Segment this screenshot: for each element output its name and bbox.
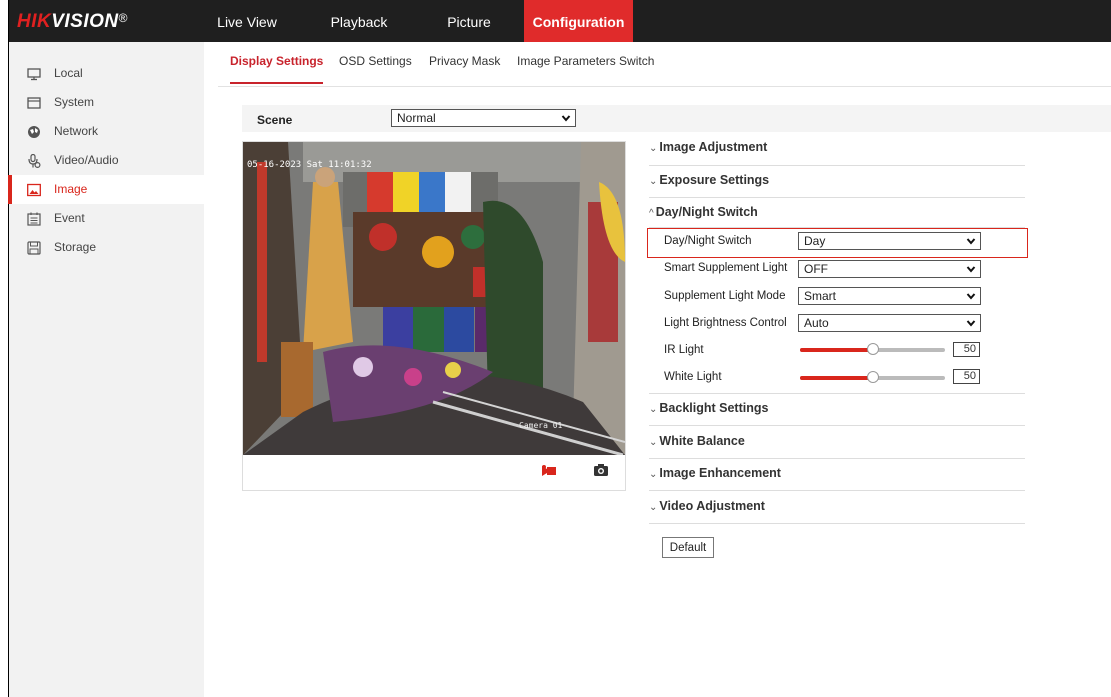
chevron-down-icon xyxy=(966,238,976,245)
section-exposure-settings[interactable]: ⌄ Exposure Settings xyxy=(649,173,769,187)
nav-picture[interactable]: Picture xyxy=(434,0,504,42)
chevron-down-icon: ⌄ xyxy=(649,469,658,480)
section-backlight-settings[interactable]: ⌄ Backlight Settings xyxy=(649,401,768,415)
section-white-balance[interactable]: ⌄ White Balance xyxy=(649,434,745,448)
chevron-down-icon: ⌄ xyxy=(649,437,658,448)
live-preview-panel: 05-16-2023 Sat 11:01:32 Camera 01 xyxy=(242,141,626,491)
tab-osd-settings[interactable]: OSD Settings xyxy=(339,54,412,84)
active-indicator xyxy=(8,175,12,204)
ir-light-value-input[interactable]: 50 xyxy=(953,342,980,357)
white-light-slider[interactable] xyxy=(800,371,945,383)
sidebar-item-label: Event xyxy=(54,211,85,225)
record-video-icon[interactable] xyxy=(541,464,557,478)
sidebar: Local System Network Video/Audio Image E… xyxy=(8,42,204,697)
monitor-icon xyxy=(27,68,41,81)
scene-label: Scene xyxy=(257,113,293,127)
tab-divider xyxy=(218,86,1111,87)
sidebar-item-local[interactable]: Local xyxy=(9,59,204,88)
video-camera-name-overlay: Camera 01 xyxy=(519,421,563,430)
image-icon xyxy=(27,183,41,197)
top-navigation-bar: HIKVISION® Live View Playback Picture Co… xyxy=(9,0,1111,42)
slider-handle[interactable] xyxy=(867,371,879,383)
smart-supplement-light-select[interactable]: OFF xyxy=(798,260,981,278)
microphone-video-icon xyxy=(28,154,41,168)
day-night-switch-label: Day/Night Switch xyxy=(664,235,752,247)
sidebar-item-label: Image xyxy=(54,182,88,196)
section-divider xyxy=(649,458,1025,459)
tab-image-parameters-switch[interactable]: Image Parameters Switch xyxy=(517,54,654,84)
video-timestamp-overlay: 05-16-2023 Sat 11:01:32 xyxy=(247,160,372,170)
sidebar-item-label: Storage xyxy=(54,240,97,254)
nav-live-view[interactable]: Live View xyxy=(212,0,282,42)
hikvision-logo: HIKVISION® xyxy=(17,11,128,32)
chevron-down-icon: ⌄ xyxy=(649,143,658,154)
section-video-adjustment[interactable]: ⌄ Video Adjustment xyxy=(649,499,765,513)
sidebar-item-network[interactable]: Network xyxy=(9,117,204,146)
sidebar-item-storage[interactable]: Storage xyxy=(9,233,204,262)
white-light-label: White Light xyxy=(664,371,722,383)
sidebar-item-label: Video/Audio xyxy=(54,153,119,167)
chevron-down-icon: ⌄ xyxy=(649,502,658,513)
smart-supplement-light-label: Smart Supplement Light xyxy=(664,262,788,274)
slider-fill xyxy=(800,348,872,352)
day-night-switch-value: Day xyxy=(804,234,826,248)
sidebar-item-label: Local xyxy=(54,66,83,80)
chevron-down-icon xyxy=(561,115,571,122)
chevron-up-icon: ^ xyxy=(649,208,654,219)
default-button[interactable]: Default xyxy=(662,537,714,558)
section-divider xyxy=(649,523,1025,524)
section-image-enhancement[interactable]: ⌄ Image Enhancement xyxy=(649,466,781,480)
sidebar-item-label: System xyxy=(54,95,95,109)
section-divider xyxy=(649,490,1025,491)
chevron-down-icon xyxy=(966,320,976,327)
save-disk-icon xyxy=(27,241,41,255)
section-day-night-switch[interactable]: ^ Day/Night Switch xyxy=(649,205,758,219)
ir-light-slider[interactable] xyxy=(800,343,945,355)
camera-scene-illustration xyxy=(243,142,625,455)
window-left-edge xyxy=(0,0,9,697)
chevron-down-icon: ⌄ xyxy=(649,404,658,415)
supplement-light-mode-label: Supplement Light Mode xyxy=(664,290,786,302)
light-brightness-control-select[interactable]: Auto xyxy=(798,314,981,332)
snapshot-camera-icon[interactable] xyxy=(593,463,609,477)
sidebar-item-system[interactable]: System xyxy=(9,88,204,117)
section-divider xyxy=(649,393,1025,394)
chevron-down-icon: ⌄ xyxy=(649,176,658,187)
light-brightness-control-value: Auto xyxy=(804,316,829,330)
section-image-adjustment[interactable]: ⌄ Image Adjustment xyxy=(649,140,767,154)
sidebar-item-video-audio[interactable]: Video/Audio xyxy=(9,146,204,175)
scene-select[interactable]: Normal xyxy=(391,109,576,127)
slider-handle[interactable] xyxy=(867,343,879,355)
supplement-light-mode-value: Smart xyxy=(804,289,837,303)
camera-preview-image[interactable]: 05-16-2023 Sat 11:01:32 Camera 01 xyxy=(243,142,625,455)
section-divider xyxy=(649,425,1025,426)
section-divider xyxy=(649,165,1025,166)
supplement-light-mode-select[interactable]: Smart xyxy=(798,287,981,305)
smart-supplement-light-value: OFF xyxy=(804,262,828,276)
tab-display-settings[interactable]: Display Settings xyxy=(230,54,324,84)
scene-select-value: Normal xyxy=(397,111,436,125)
sidebar-item-image[interactable]: Image xyxy=(8,175,204,204)
chevron-down-icon xyxy=(966,266,976,273)
sidebar-item-event[interactable]: Event xyxy=(9,204,204,233)
ir-light-label: IR Light xyxy=(664,344,704,356)
tab-privacy-mask[interactable]: Privacy Mask xyxy=(429,54,500,84)
nav-configuration[interactable]: Configuration xyxy=(524,0,633,42)
day-night-switch-select[interactable]: Day xyxy=(798,232,981,250)
chevron-down-icon xyxy=(966,293,976,300)
white-light-value-input[interactable]: 50 xyxy=(953,369,980,384)
scene-bar: Scene xyxy=(242,105,1111,132)
system-icon xyxy=(27,97,41,109)
slider-fill xyxy=(800,376,872,380)
nav-playback[interactable]: Playback xyxy=(319,0,399,42)
light-brightness-control-label: Light Brightness Control xyxy=(664,317,787,329)
network-globe-icon xyxy=(28,126,40,138)
sidebar-item-label: Network xyxy=(54,124,99,138)
section-divider xyxy=(649,197,1025,198)
calendar-event-icon xyxy=(27,212,41,226)
